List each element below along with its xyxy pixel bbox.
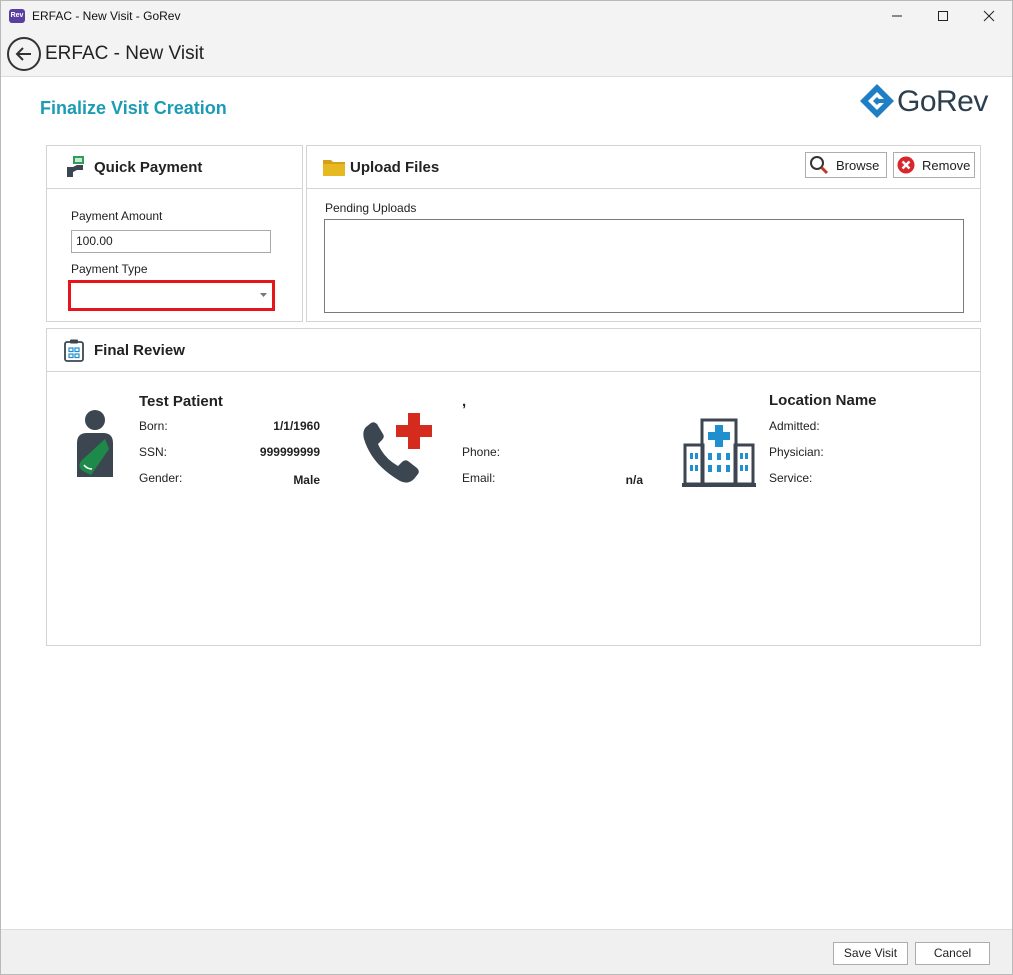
- ssn-value: 999999999: [259, 445, 320, 459]
- window-title: ERFAC - New Visit - GoRev: [32, 9, 181, 23]
- pending-uploads-list[interactable]: [324, 219, 964, 313]
- quick-payment-header: Quick Payment: [47, 146, 302, 189]
- final-review-panel: Final Review Test Patient Born: 1/1/1960…: [46, 328, 981, 646]
- clipboard-checklist-icon: [64, 339, 84, 362]
- born-value: 1/1/1960: [273, 419, 320, 433]
- final-review-header: Final Review: [47, 329, 980, 372]
- cancel-button[interactable]: Cancel: [915, 942, 990, 965]
- cash-payment-icon: [67, 156, 84, 177]
- back-button[interactable]: [7, 37, 41, 71]
- quick-payment-title: Quick Payment: [94, 159, 203, 176]
- email-value: n/a: [625, 473, 643, 487]
- service-label: Service:: [769, 471, 813, 485]
- payment-amount-input[interactable]: 100.00: [71, 230, 271, 253]
- chevron-down-icon: [260, 293, 267, 297]
- application-window: Rev ERFAC - New Visit - GoRev ERFAC - Ne…: [0, 0, 1013, 975]
- close-window-button[interactable]: [966, 1, 1012, 31]
- page-title: Finalize Visit Creation: [40, 98, 227, 118]
- minimize-button[interactable]: [874, 1, 920, 31]
- born-label: Born:: [139, 419, 168, 433]
- footer-bar: Save Visit Cancel: [1, 929, 1012, 974]
- folder-icon: [323, 160, 345, 176]
- final-review-title: Final Review: [94, 342, 185, 359]
- hospital-building-icon: [682, 418, 756, 487]
- patient-with-sling-icon: [77, 410, 113, 477]
- remove-button[interactable]: Remove: [893, 152, 975, 178]
- app-icon: Rev: [9, 9, 25, 23]
- logo-text: GoRev: [897, 85, 988, 118]
- header-bar: ERFAC - New Visit: [1, 31, 1012, 77]
- arrow-left-icon: [15, 47, 31, 61]
- contact-name: ,: [462, 393, 467, 410]
- payment-amount-label: Payment Amount: [71, 209, 163, 223]
- payment-type-select[interactable]: [68, 280, 275, 311]
- remove-label: Remove: [922, 158, 971, 173]
- phone-label: Phone:: [462, 445, 501, 459]
- gender-label: Gender:: [139, 471, 183, 485]
- gorev-logo-mark-icon: [860, 84, 894, 118]
- browse-label: Browse: [836, 158, 880, 173]
- gorev-logo: GoRev: [859, 81, 994, 121]
- magnifier-icon: [810, 156, 829, 175]
- upload-files-title: Upload Files: [350, 159, 440, 176]
- quick-payment-panel: Quick Payment Payment Amount 100.00 Paym…: [46, 145, 303, 322]
- maximize-button[interactable]: [920, 1, 966, 31]
- patient-name: Test Patient: [139, 393, 223, 410]
- upload-files-header: Upload Files Browse Remove: [307, 146, 980, 189]
- maximize-icon: [938, 11, 948, 21]
- upload-files-panel: Upload Files Browse Remove Pending Uploa…: [306, 145, 981, 322]
- gender-value: Male: [293, 473, 320, 487]
- ssn-label: SSN:: [139, 445, 168, 459]
- header-title: ERFAC - New Visit: [45, 43, 205, 64]
- title-bar: Rev ERFAC - New Visit - GoRev: [1, 1, 1012, 31]
- browse-button[interactable]: Browse: [805, 152, 887, 178]
- save-visit-button[interactable]: Save Visit: [833, 942, 908, 965]
- payment-type-label: Payment Type: [71, 262, 148, 276]
- emergency-phone-icon: [363, 413, 432, 483]
- admitted-label: Admitted:: [769, 419, 820, 433]
- location-name: Location Name: [769, 392, 877, 409]
- email-label: Email:: [462, 471, 496, 485]
- remove-icon: [897, 156, 915, 174]
- close-icon: [983, 10, 995, 22]
- minimize-icon: [892, 15, 902, 17]
- physician-label: Physician:: [769, 445, 824, 459]
- pending-uploads-label: Pending Uploads: [325, 201, 417, 215]
